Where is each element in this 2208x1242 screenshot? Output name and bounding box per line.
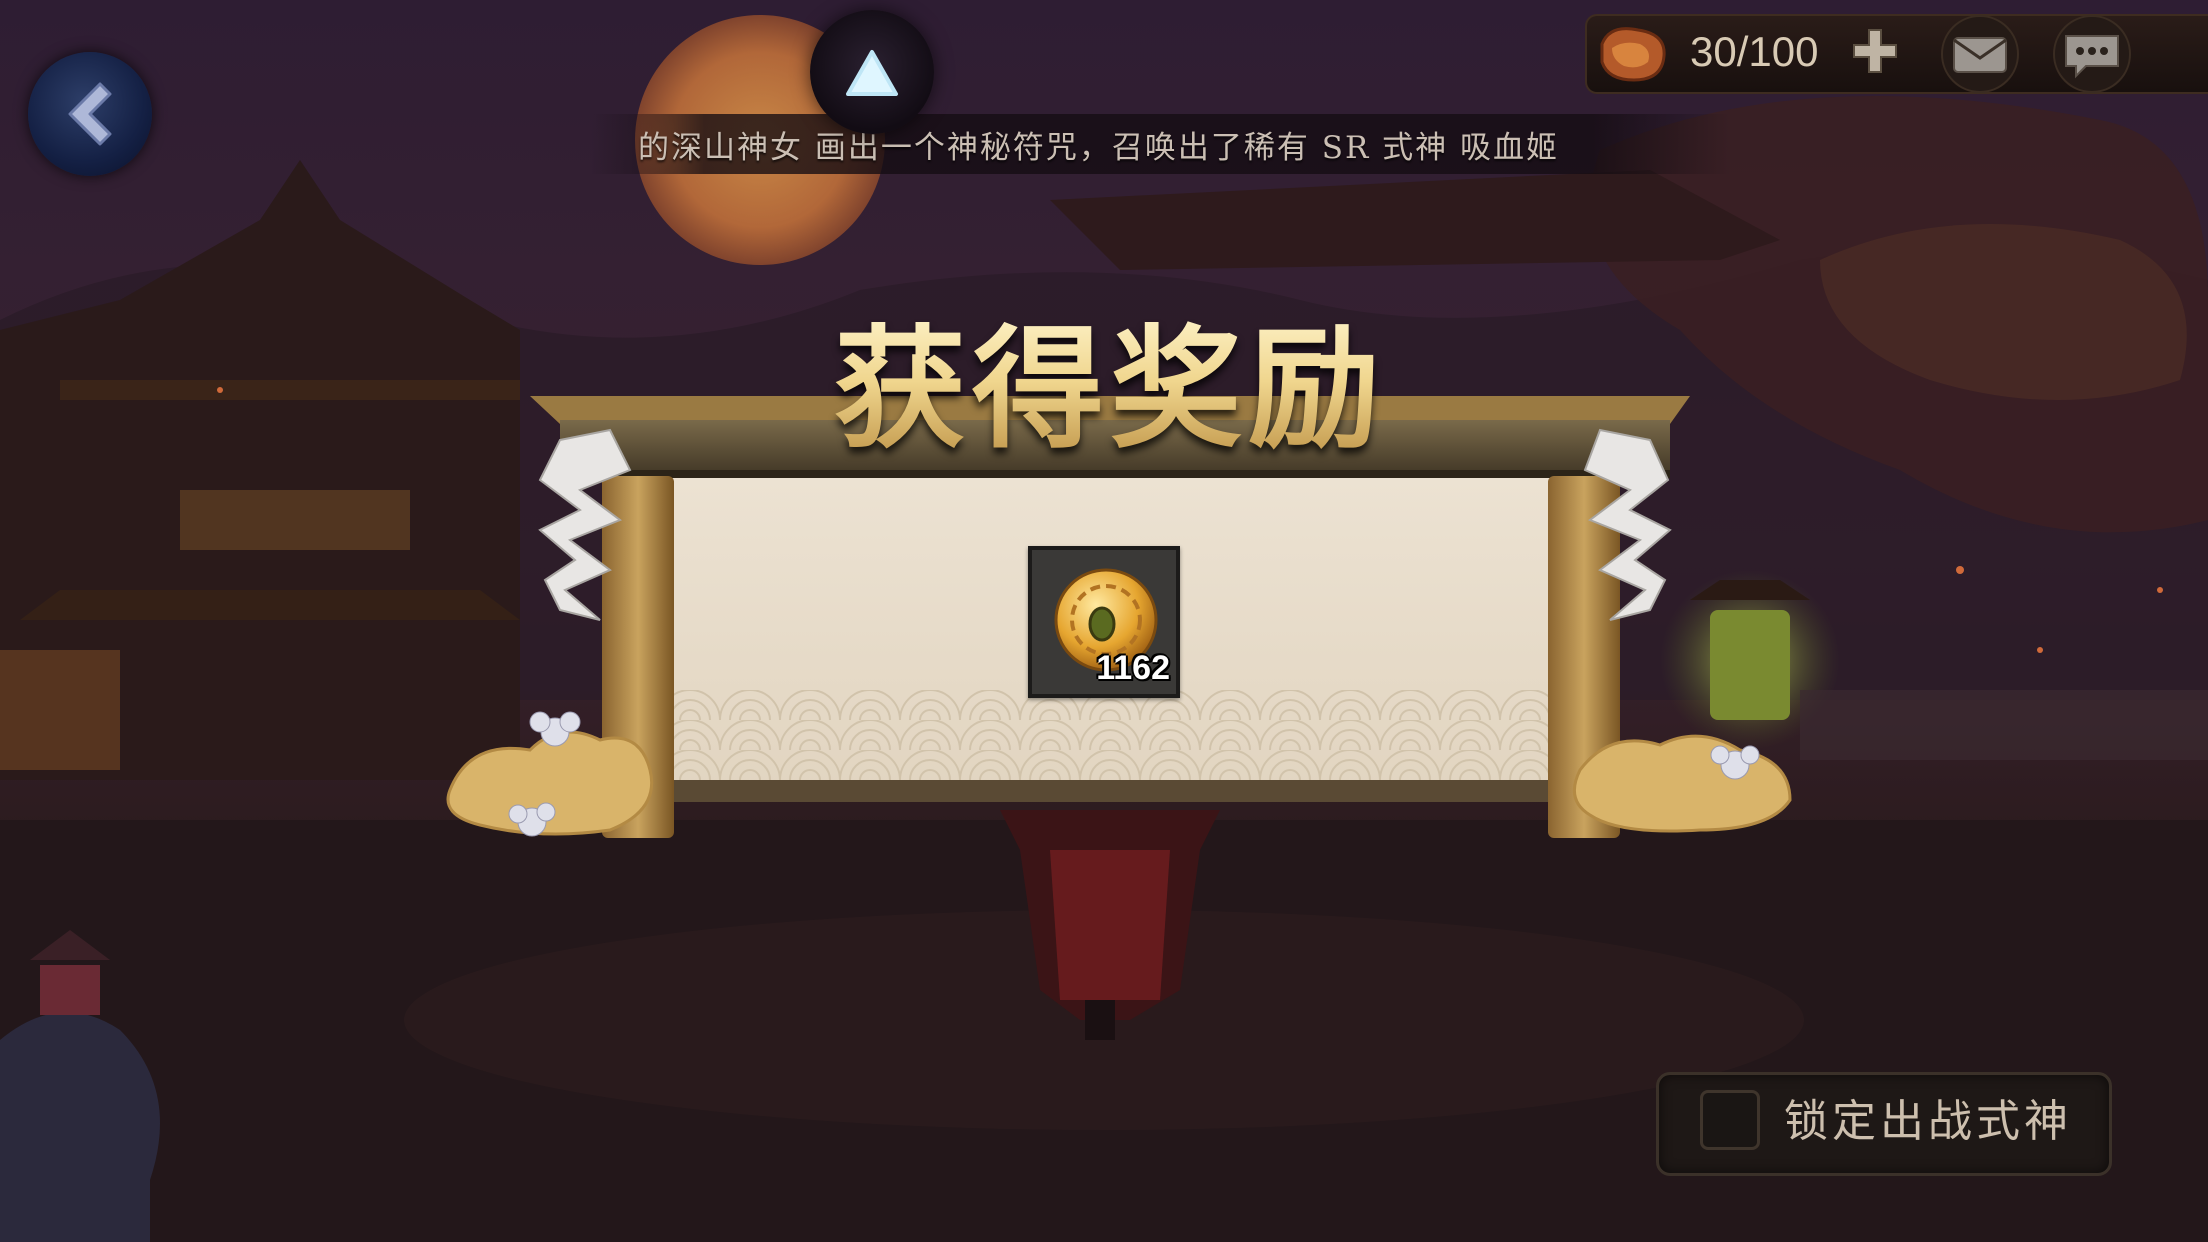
back-button[interactable] <box>28 52 152 176</box>
lock-shikigami-checkbox[interactable] <box>1700 1090 1760 1150</box>
lock-shikigami-label[interactable]: 锁定出战式神 <box>1784 1090 2084 1154</box>
announcement-text: 的深山神女 画出一个神秘符咒，召唤出了稀有 SR 式神 吸血姬 <box>638 129 1559 166</box>
announcement-banner: 的深山神女 画出一个神秘符咒，召唤出了稀有 SR 式神 吸血姬 <box>590 114 1730 174</box>
collapse-button[interactable] <box>810 10 934 134</box>
reward-item-count: 1162 <box>1096 649 1170 687</box>
triangle-up-icon <box>846 50 898 96</box>
resource-count: 30/100 <box>1690 28 1819 75</box>
talisman-icon <box>1600 27 1666 82</box>
reward-item-slot[interactable]: 1162 <box>1028 546 1180 698</box>
plus-icon[interactable] <box>1848 24 1902 78</box>
back-arrow-icon <box>68 82 112 146</box>
chat-icon[interactable] <box>2052 14 2132 94</box>
reward-title: 获得奖励 <box>770 300 1450 480</box>
mail-icon[interactable] <box>1940 14 2020 94</box>
